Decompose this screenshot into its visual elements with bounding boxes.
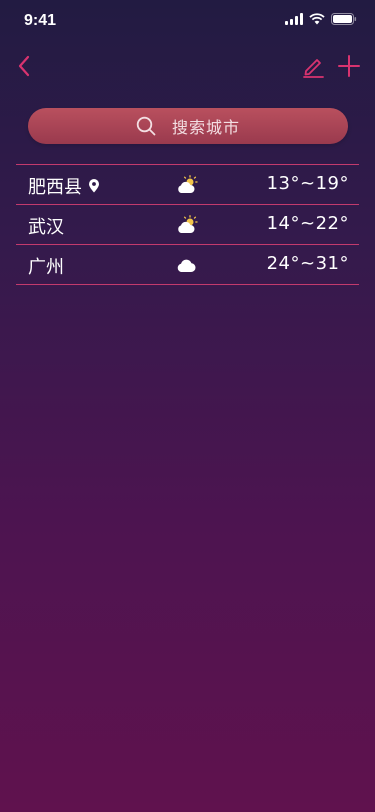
city-row-wuhan[interactable]: 武汉 14°~22° xyxy=(16,205,359,245)
cloudy-icon xyxy=(177,259,196,272)
location-pin-icon xyxy=(89,179,99,193)
temperature-range: 24°~31° xyxy=(266,253,349,274)
plus-icon xyxy=(338,55,360,77)
cellular-signal-icon xyxy=(285,13,303,25)
edit-button[interactable] xyxy=(299,52,327,80)
partly-sunny-icon xyxy=(178,175,198,193)
status-icons xyxy=(285,13,357,25)
partly-sunny-icon xyxy=(178,215,198,233)
nav-bar xyxy=(0,44,375,88)
chevron-left-icon xyxy=(18,55,30,77)
city-name-label: 广州 xyxy=(28,257,64,278)
back-button[interactable] xyxy=(10,52,38,80)
temperature-range: 13°~19° xyxy=(266,173,349,194)
city-name: 肥西县 xyxy=(28,173,100,199)
wifi-icon xyxy=(309,13,325,25)
city-row-guangzhou[interactable]: 广州 24°~31° xyxy=(16,245,359,285)
add-city-button[interactable] xyxy=(335,52,363,80)
city-row-feixi[interactable]: 肥西县 13°~19° xyxy=(16,165,359,205)
city-name: 武汉 xyxy=(28,213,64,239)
search-input[interactable]: 搜索城市 xyxy=(28,108,348,144)
search-placeholder: 搜索城市 xyxy=(171,118,240,137)
city-name-label: 武汉 xyxy=(28,217,64,238)
status-bar: 9:41 xyxy=(0,0,375,44)
search-icon xyxy=(136,116,156,136)
battery-icon xyxy=(331,13,357,25)
city-name-label: 肥西县 xyxy=(28,177,82,198)
temperature-range: 14°~22° xyxy=(266,213,349,234)
pencil-icon xyxy=(303,59,324,78)
city-list: 肥西县 13°~19° 武汉 14°~22° 广州 24°~31° xyxy=(16,164,359,285)
status-time: 9:41 xyxy=(24,12,57,29)
city-name: 广州 xyxy=(28,253,64,279)
